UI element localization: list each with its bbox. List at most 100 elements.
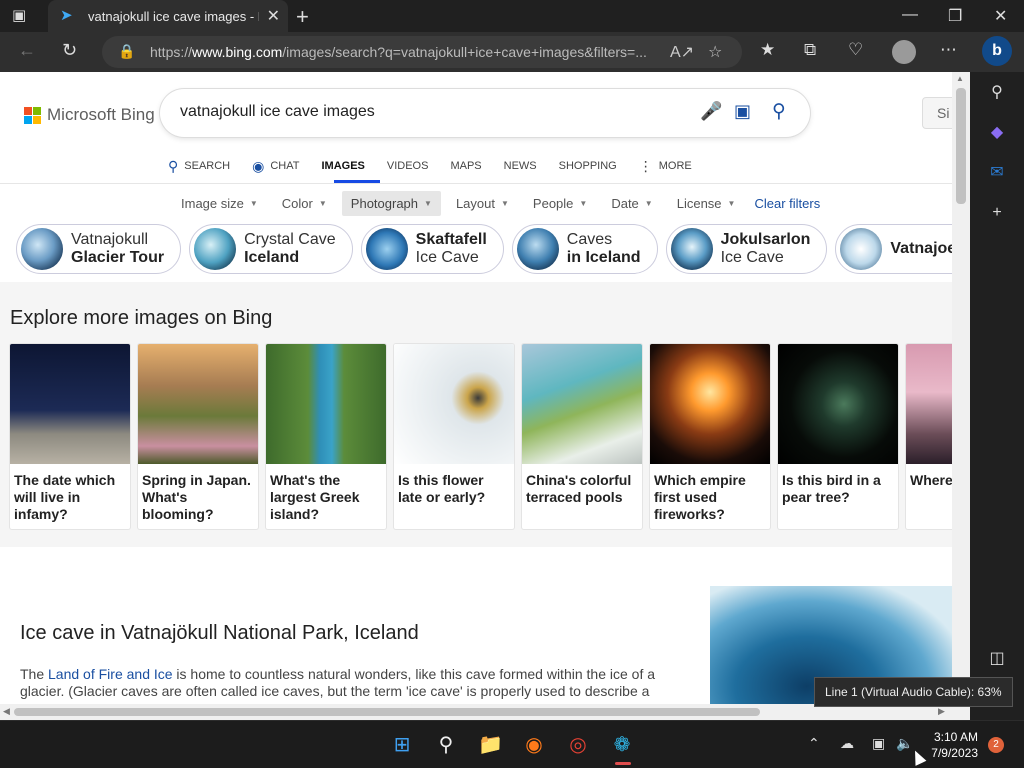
explore-card[interactable]: Is this flower late or early? bbox=[394, 344, 514, 529]
sidebar-outlook-icon[interactable]: ✉ bbox=[987, 162, 1007, 182]
explore-cards: The date which will live in infamy? Spri… bbox=[10, 344, 952, 529]
address-field[interactable]: 🔒 https://www.bing.com/images/search?q=v… bbox=[102, 36, 742, 68]
article-title: Ice cave in Vatnajökull National Park, I… bbox=[20, 622, 419, 644]
related-chip[interactable]: Vatnajoel bbox=[835, 224, 952, 274]
visual-search-icon[interactable]: ▣ bbox=[734, 101, 751, 122]
filter-image-size[interactable]: Image size ▼ bbox=[172, 191, 267, 216]
window-close-icon[interactable]: ✕ bbox=[994, 6, 1007, 26]
active-tab[interactable]: ➤ vatnajokull ice cave images - Bing ✕ bbox=[48, 0, 288, 32]
explore-title: Explore more images on Bing bbox=[10, 307, 273, 329]
related-chip[interactable]: Vatnajokull Glacier Tour bbox=[16, 224, 182, 274]
explore-card[interactable]: The date which will live in infamy? bbox=[10, 344, 130, 529]
horizontal-scroll-thumb[interactable] bbox=[14, 708, 760, 716]
address-toolbar: ← ↻ 🔒 https://www.bing.com/images/search… bbox=[0, 32, 1024, 72]
article-body: The Land of Fire and Ice is home to coun… bbox=[20, 666, 656, 699]
scope-more[interactable]: ⋮ MORE bbox=[639, 158, 692, 175]
explore-card[interactable]: Where cherry bbox=[906, 344, 952, 529]
scope-news[interactable]: NEWS bbox=[504, 160, 537, 172]
new-tab-icon[interactable]: + bbox=[296, 4, 309, 30]
filter-layout[interactable]: Layout ▼ bbox=[447, 191, 518, 216]
chevron-down-icon: ▼ bbox=[318, 198, 327, 208]
filter-people[interactable]: People ▼ bbox=[524, 191, 596, 216]
microphone-icon[interactable]: 🎤 bbox=[700, 101, 722, 122]
tab-actions-icon[interactable]: ▣ bbox=[12, 6, 36, 26]
search-box[interactable]: vatnajokull ice cave images 🎤 ▣ ⚲ bbox=[160, 89, 810, 137]
clear-filters-link[interactable]: Clear filters bbox=[754, 196, 820, 211]
refresh-icon[interactable]: ↻ bbox=[62, 40, 77, 61]
taskbar-search-icon[interactable]: ⚲ bbox=[434, 733, 458, 757]
filter-color[interactable]: Color ▼ bbox=[273, 191, 336, 216]
read-aloud-icon[interactable]: A↗ bbox=[670, 42, 694, 62]
scope-shopping[interactable]: SHOPPING bbox=[559, 160, 617, 172]
sidebar-discover-icon[interactable]: ◆ bbox=[987, 122, 1007, 142]
start-icon[interactable]: ⊞ bbox=[390, 733, 414, 757]
explore-card[interactable]: Spring in Japan. What's blooming? bbox=[138, 344, 258, 529]
sign-in-button[interactable]: Si bbox=[922, 97, 952, 129]
vertical-scrollbar[interactable]: ▲ bbox=[952, 72, 970, 704]
network-icon[interactable]: ▣ bbox=[872, 735, 885, 752]
profile-avatar[interactable] bbox=[892, 40, 916, 64]
search-icon[interactable]: ⚲ bbox=[772, 100, 786, 123]
bing-logo[interactable]: Microsoft Bing bbox=[24, 105, 155, 125]
card-image bbox=[10, 344, 130, 464]
sidebar-search-icon[interactable]: ⚲ bbox=[987, 82, 1007, 102]
card-image bbox=[650, 344, 770, 464]
land-of-fire-link[interactable]: Land of Fire and Ice bbox=[48, 666, 173, 682]
tray-overflow-icon[interactable]: ⌃ bbox=[808, 735, 820, 752]
filter-license[interactable]: License ▼ bbox=[668, 191, 745, 216]
horizontal-scrollbar[interactable]: ◀ ▶ bbox=[0, 704, 952, 720]
scroll-right-icon[interactable]: ▶ bbox=[938, 706, 945, 717]
bing-copilot-icon[interactable]: b bbox=[982, 36, 1012, 66]
volume-icon[interactable]: 🔈 bbox=[896, 735, 913, 752]
close-tab-icon[interactable]: ✕ bbox=[267, 6, 280, 26]
search-input[interactable]: vatnajokull ice cave images bbox=[180, 103, 375, 121]
explore-card[interactable]: Is this bird in a pear tree? bbox=[778, 344, 898, 529]
related-chip[interactable]: Skaftafell Ice Cave bbox=[360, 224, 504, 274]
scroll-up-icon[interactable]: ▲ bbox=[956, 74, 964, 83]
explore-card[interactable]: China's colorful terraced pools bbox=[522, 344, 642, 529]
favorite-star-icon[interactable]: ☆ bbox=[708, 42, 722, 62]
scope-maps[interactable]: MAPS bbox=[450, 160, 481, 172]
filter-type[interactable]: Photograph ▼ bbox=[341, 190, 441, 216]
active-app-indicator bbox=[615, 762, 631, 765]
collections-icon[interactable]: ⧉ bbox=[804, 40, 816, 60]
page-viewport: Microsoft Bing vatnajokull ice cave imag… bbox=[0, 72, 952, 704]
notification-badge[interactable]: 2 bbox=[988, 737, 1004, 753]
minimize-icon[interactable]: — bbox=[902, 6, 918, 24]
onedrive-icon[interactable]: ☁ bbox=[840, 735, 854, 752]
chevron-down-icon: ▼ bbox=[644, 198, 653, 208]
related-chip[interactable]: Jokulsarlon Ice Cave bbox=[665, 224, 828, 274]
filter-date[interactable]: Date ▼ bbox=[602, 191, 661, 216]
favorites-icon[interactable]: ★ bbox=[760, 40, 775, 60]
browser-essentials-icon[interactable]: ♡ bbox=[848, 40, 863, 60]
restore-icon[interactable]: ❐ bbox=[948, 6, 962, 26]
lock-icon[interactable]: 🔒 bbox=[118, 43, 135, 60]
microsoft-logo-icon bbox=[24, 106, 41, 124]
chevron-down-icon: ▼ bbox=[249, 198, 258, 208]
chrome-icon[interactable]: ◎ bbox=[566, 733, 590, 757]
scope-search[interactable]: ⚲ SEARCH bbox=[168, 158, 230, 175]
scope-chat[interactable]: ◉ CHAT bbox=[252, 158, 299, 175]
related-chip[interactable]: Caves in Iceland bbox=[511, 224, 658, 274]
explore-card[interactable]: What's the largest Greek island? bbox=[266, 344, 386, 529]
scroll-left-icon[interactable]: ◀ bbox=[3, 706, 10, 717]
back-icon[interactable]: ← bbox=[18, 40, 36, 61]
settings-more-icon[interactable]: ⋯ bbox=[940, 40, 957, 60]
sidebar-add-icon[interactable]: + bbox=[987, 204, 1007, 224]
scope-videos[interactable]: VIDEOS bbox=[387, 160, 429, 172]
url-text[interactable]: https://www.bing.com/images/search?q=vat… bbox=[150, 44, 670, 60]
related-searches: Vatnajokull Glacier Tour Crystal Cave Icel… bbox=[16, 224, 952, 274]
scope-images[interactable]: IMAGES bbox=[321, 160, 364, 172]
vertical-scroll-thumb[interactable] bbox=[956, 88, 966, 204]
edge-sidebar: ⚲ ◆ ✉ + ◫ bbox=[970, 72, 1024, 720]
card-image bbox=[266, 344, 386, 464]
explore-card[interactable]: Which empire first used fireworks? bbox=[650, 344, 770, 529]
windows-taskbar: ⊞ ⚲ 📁 ◉ ◎ ❁ ⌃ ☁ ▣ 🔈 3:10 AM 7/9/2023 2 bbox=[0, 720, 1024, 768]
firefox-icon[interactable]: ◉ bbox=[522, 733, 546, 757]
edge-icon[interactable]: ❁ bbox=[610, 733, 634, 757]
scope-divider bbox=[0, 183, 952, 184]
system-clock[interactable]: 3:10 AM 7/9/2023 bbox=[920, 729, 978, 761]
sidebar-collapse-icon[interactable]: ◫ bbox=[987, 648, 1007, 668]
file-explorer-icon[interactable]: 📁 bbox=[478, 733, 503, 757]
related-chip[interactable]: Crystal Cave Iceland bbox=[189, 224, 353, 274]
